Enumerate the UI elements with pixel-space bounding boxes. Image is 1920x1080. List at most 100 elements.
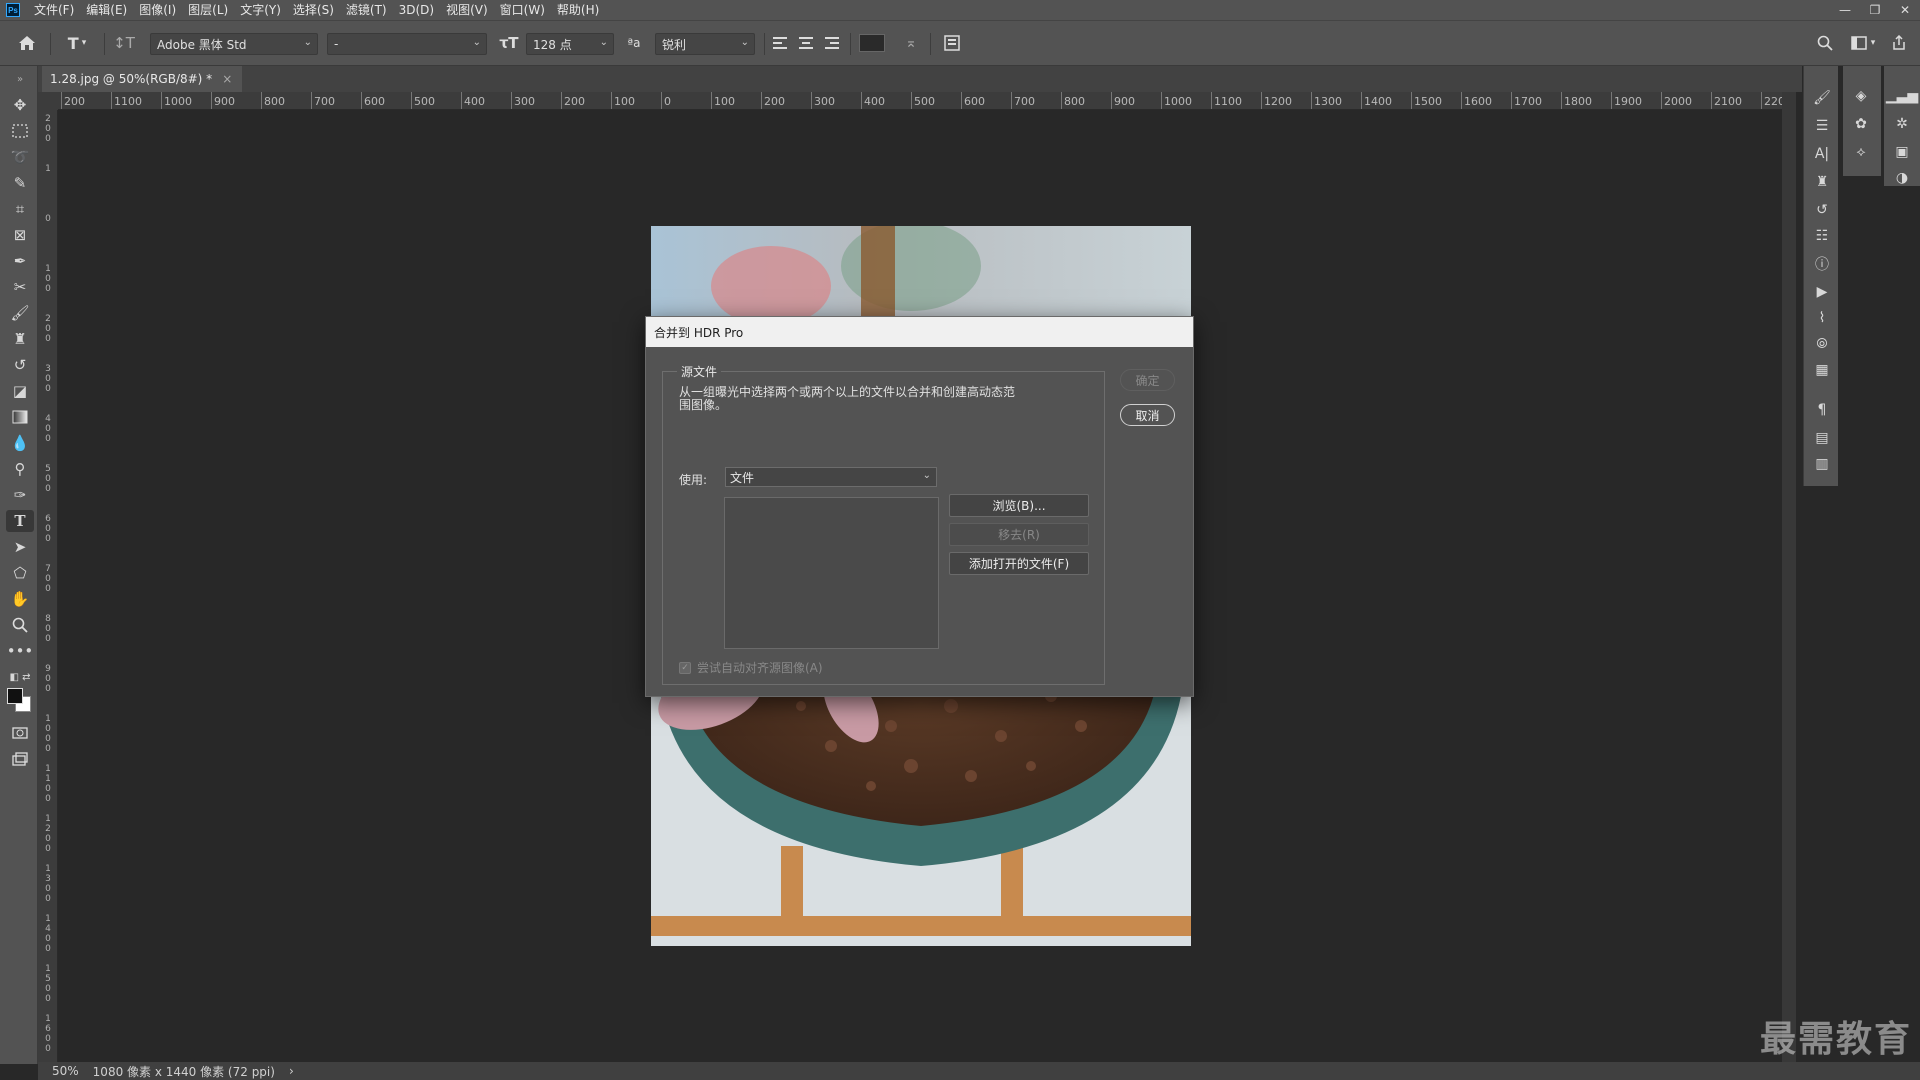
menu-type[interactable]: 文字(Y) xyxy=(234,0,287,20)
healing-tool-icon[interactable]: ✂ xyxy=(6,276,34,298)
clone-source-icon[interactable]: ♜ xyxy=(1812,172,1832,192)
paragraph-icon[interactable]: ¶ xyxy=(1812,400,1832,420)
3d-icon[interactable]: ⦾ xyxy=(1812,334,1832,354)
font-style-select[interactable]: - ⌄ xyxy=(327,33,487,55)
screen-mode-icon[interactable] xyxy=(6,748,34,770)
eyedropper-tool-icon[interactable]: ✒ xyxy=(6,250,34,272)
channels-icon[interactable]: ⌇ xyxy=(1812,308,1832,328)
foreground-color-swatch[interactable] xyxy=(7,688,23,704)
brush-settings-icon[interactable]: 🖌 xyxy=(1812,88,1832,108)
workspace-icon[interactable]: ▾ xyxy=(1846,32,1880,54)
menu-filter[interactable]: 滤镜(T) xyxy=(340,0,393,20)
share-icon[interactable] xyxy=(1888,32,1910,54)
menu-window[interactable]: 窗口(W) xyxy=(494,0,551,20)
table-icon[interactable]: ▦ xyxy=(1812,360,1832,380)
stamp-tool-icon[interactable]: ♜ xyxy=(6,328,34,350)
libraries-icon[interactable]: ▣ xyxy=(1892,142,1912,162)
ruler-tick-label: 1400 xyxy=(1361,92,1392,109)
menu-image[interactable]: 图像(I) xyxy=(133,0,182,20)
zoom-level[interactable]: 50% xyxy=(52,1064,79,1078)
cancel-button[interactable]: 取消 xyxy=(1120,404,1175,426)
path-selection-tool-icon[interactable]: ➤ xyxy=(6,536,34,558)
align-right-icon[interactable] xyxy=(822,32,842,54)
ok-button[interactable]: 确定 xyxy=(1120,369,1175,391)
add-open-files-button[interactable]: 添加打开的文件(F) xyxy=(949,552,1089,575)
layers-icon[interactable]: ◈ xyxy=(1851,86,1871,106)
search-icon[interactable] xyxy=(1814,32,1836,54)
history-icon[interactable]: ↺ xyxy=(1812,200,1832,220)
dodge-tool-icon[interactable]: ⚲ xyxy=(6,458,34,480)
eraser-tool-icon[interactable]: ◪ xyxy=(6,380,34,402)
window-controls: — ❐ ✕ xyxy=(1830,0,1920,20)
pen-tool-icon[interactable]: ✑ xyxy=(6,484,34,506)
adjustments-icon[interactable]: ☰ xyxy=(1812,116,1832,136)
more-tools-icon[interactable]: ••• xyxy=(6,640,34,662)
text-color-swatch[interactable] xyxy=(858,32,886,54)
gradient-tool-icon[interactable] xyxy=(6,406,34,428)
type-tool-icon[interactable]: T xyxy=(6,510,34,532)
blur-tool-icon[interactable]: 💧 xyxy=(6,432,34,454)
warp-text-icon[interactable]: ⌅ xyxy=(900,32,922,54)
properties-icon[interactable]: ☷ xyxy=(1812,226,1832,246)
menu-help[interactable]: 帮助(H) xyxy=(551,0,605,20)
ruler-tick-label: 1600 xyxy=(45,1014,51,1054)
color-icon[interactable]: ✿ xyxy=(1851,114,1871,134)
font-family-select[interactable]: Adobe 黑体 Std ⌄ xyxy=(150,33,318,55)
ruler-tick-label: 1500 xyxy=(45,964,51,1004)
menu-view[interactable]: 视图(V) xyxy=(440,0,494,20)
frame-tool-icon[interactable]: ⊠ xyxy=(6,224,34,246)
shape-tool-icon[interactable]: ⬠ xyxy=(6,562,34,584)
notes-icon[interactable]: ▥ xyxy=(1812,454,1832,474)
text-orientation-icon[interactable]: ↕T xyxy=(112,32,136,54)
type-tool-preset-icon[interactable]: T ▾ xyxy=(60,32,94,54)
font-size-field[interactable]: 128 点 ⌄ xyxy=(526,33,614,55)
menu-edit[interactable]: 编辑(E) xyxy=(80,0,133,20)
collapse-tools-icon[interactable]: » xyxy=(6,68,34,90)
use-select[interactable]: 文件 ⌄ xyxy=(725,467,937,487)
menu-file[interactable]: 文件(F) xyxy=(28,0,80,20)
zoom-tool-icon[interactable] xyxy=(6,614,34,636)
ruler-tick-label: 300 xyxy=(45,364,51,394)
brush-tool-icon[interactable]: 🖌 xyxy=(6,302,34,324)
align-center-icon[interactable] xyxy=(796,32,816,54)
actions-play-icon[interactable]: ▶ xyxy=(1812,282,1832,302)
home-icon[interactable] xyxy=(14,32,40,54)
vertical-scrollbar[interactable] xyxy=(1782,92,1796,1062)
restore-button[interactable]: ❐ xyxy=(1860,0,1890,20)
paths-icon[interactable]: ⟡ xyxy=(1851,142,1871,162)
status-menu-arrow-icon[interactable]: › xyxy=(289,1064,294,1078)
watermark-text: 最需教育 xyxy=(1759,1019,1912,1060)
character-icon[interactable]: A| xyxy=(1812,144,1832,164)
align-left-icon[interactable] xyxy=(770,32,790,54)
navigator-icon[interactable]: ✲ xyxy=(1892,114,1912,134)
minimize-button[interactable]: — xyxy=(1830,0,1860,20)
menu-select[interactable]: 选择(S) xyxy=(287,0,340,20)
quick-mask-icon[interactable] xyxy=(6,722,34,744)
paragraph-styles-icon[interactable]: ▤ xyxy=(1812,428,1832,448)
info-icon[interactable]: ⓘ xyxy=(1812,254,1832,274)
swatches-icon[interactable]: ◑ xyxy=(1892,168,1912,188)
crop-tool-icon[interactable]: ⌗ xyxy=(6,198,34,220)
history-brush-tool-icon[interactable]: ↺ xyxy=(6,354,34,376)
move-tool-icon[interactable]: ✥ xyxy=(6,94,34,116)
document-tab[interactable]: 1.28.jpg @ 50%(RGB/8#) * × xyxy=(42,66,243,92)
align-images-checkbox[interactable]: ✓ xyxy=(679,661,691,674)
close-tab-icon[interactable]: × xyxy=(222,72,232,86)
marquee-tool-icon[interactable] xyxy=(6,120,34,142)
lasso-tool-icon[interactable]: ➰ xyxy=(6,146,34,168)
quick-selection-tool-icon[interactable]: ✎ xyxy=(6,172,34,194)
document-info: 1080 像素 x 1440 像素 (72 ppi) xyxy=(92,1064,275,1079)
ruler-tick-label: 600 xyxy=(361,92,385,109)
character-panel-icon[interactable] xyxy=(940,32,964,54)
file-list[interactable] xyxy=(724,497,939,649)
default-colors-icon[interactable]: ◧ ⇄ xyxy=(6,666,34,688)
remove-button[interactable]: 移去(R) xyxy=(949,523,1089,546)
browse-button[interactable]: 浏览(B)... xyxy=(949,494,1089,517)
histogram-icon[interactable]: ▁▃▅ xyxy=(1886,86,1918,106)
menu-3d[interactable]: 3D(D) xyxy=(393,0,440,20)
hand-tool-icon[interactable]: ✋ xyxy=(6,588,34,610)
antialias-select[interactable]: 锐利 ⌄ xyxy=(655,33,755,55)
dialog-title: 合并到 HDR Pro xyxy=(646,317,1193,347)
menu-layer[interactable]: 图层(L) xyxy=(182,0,234,20)
close-window-button[interactable]: ✕ xyxy=(1890,0,1920,20)
